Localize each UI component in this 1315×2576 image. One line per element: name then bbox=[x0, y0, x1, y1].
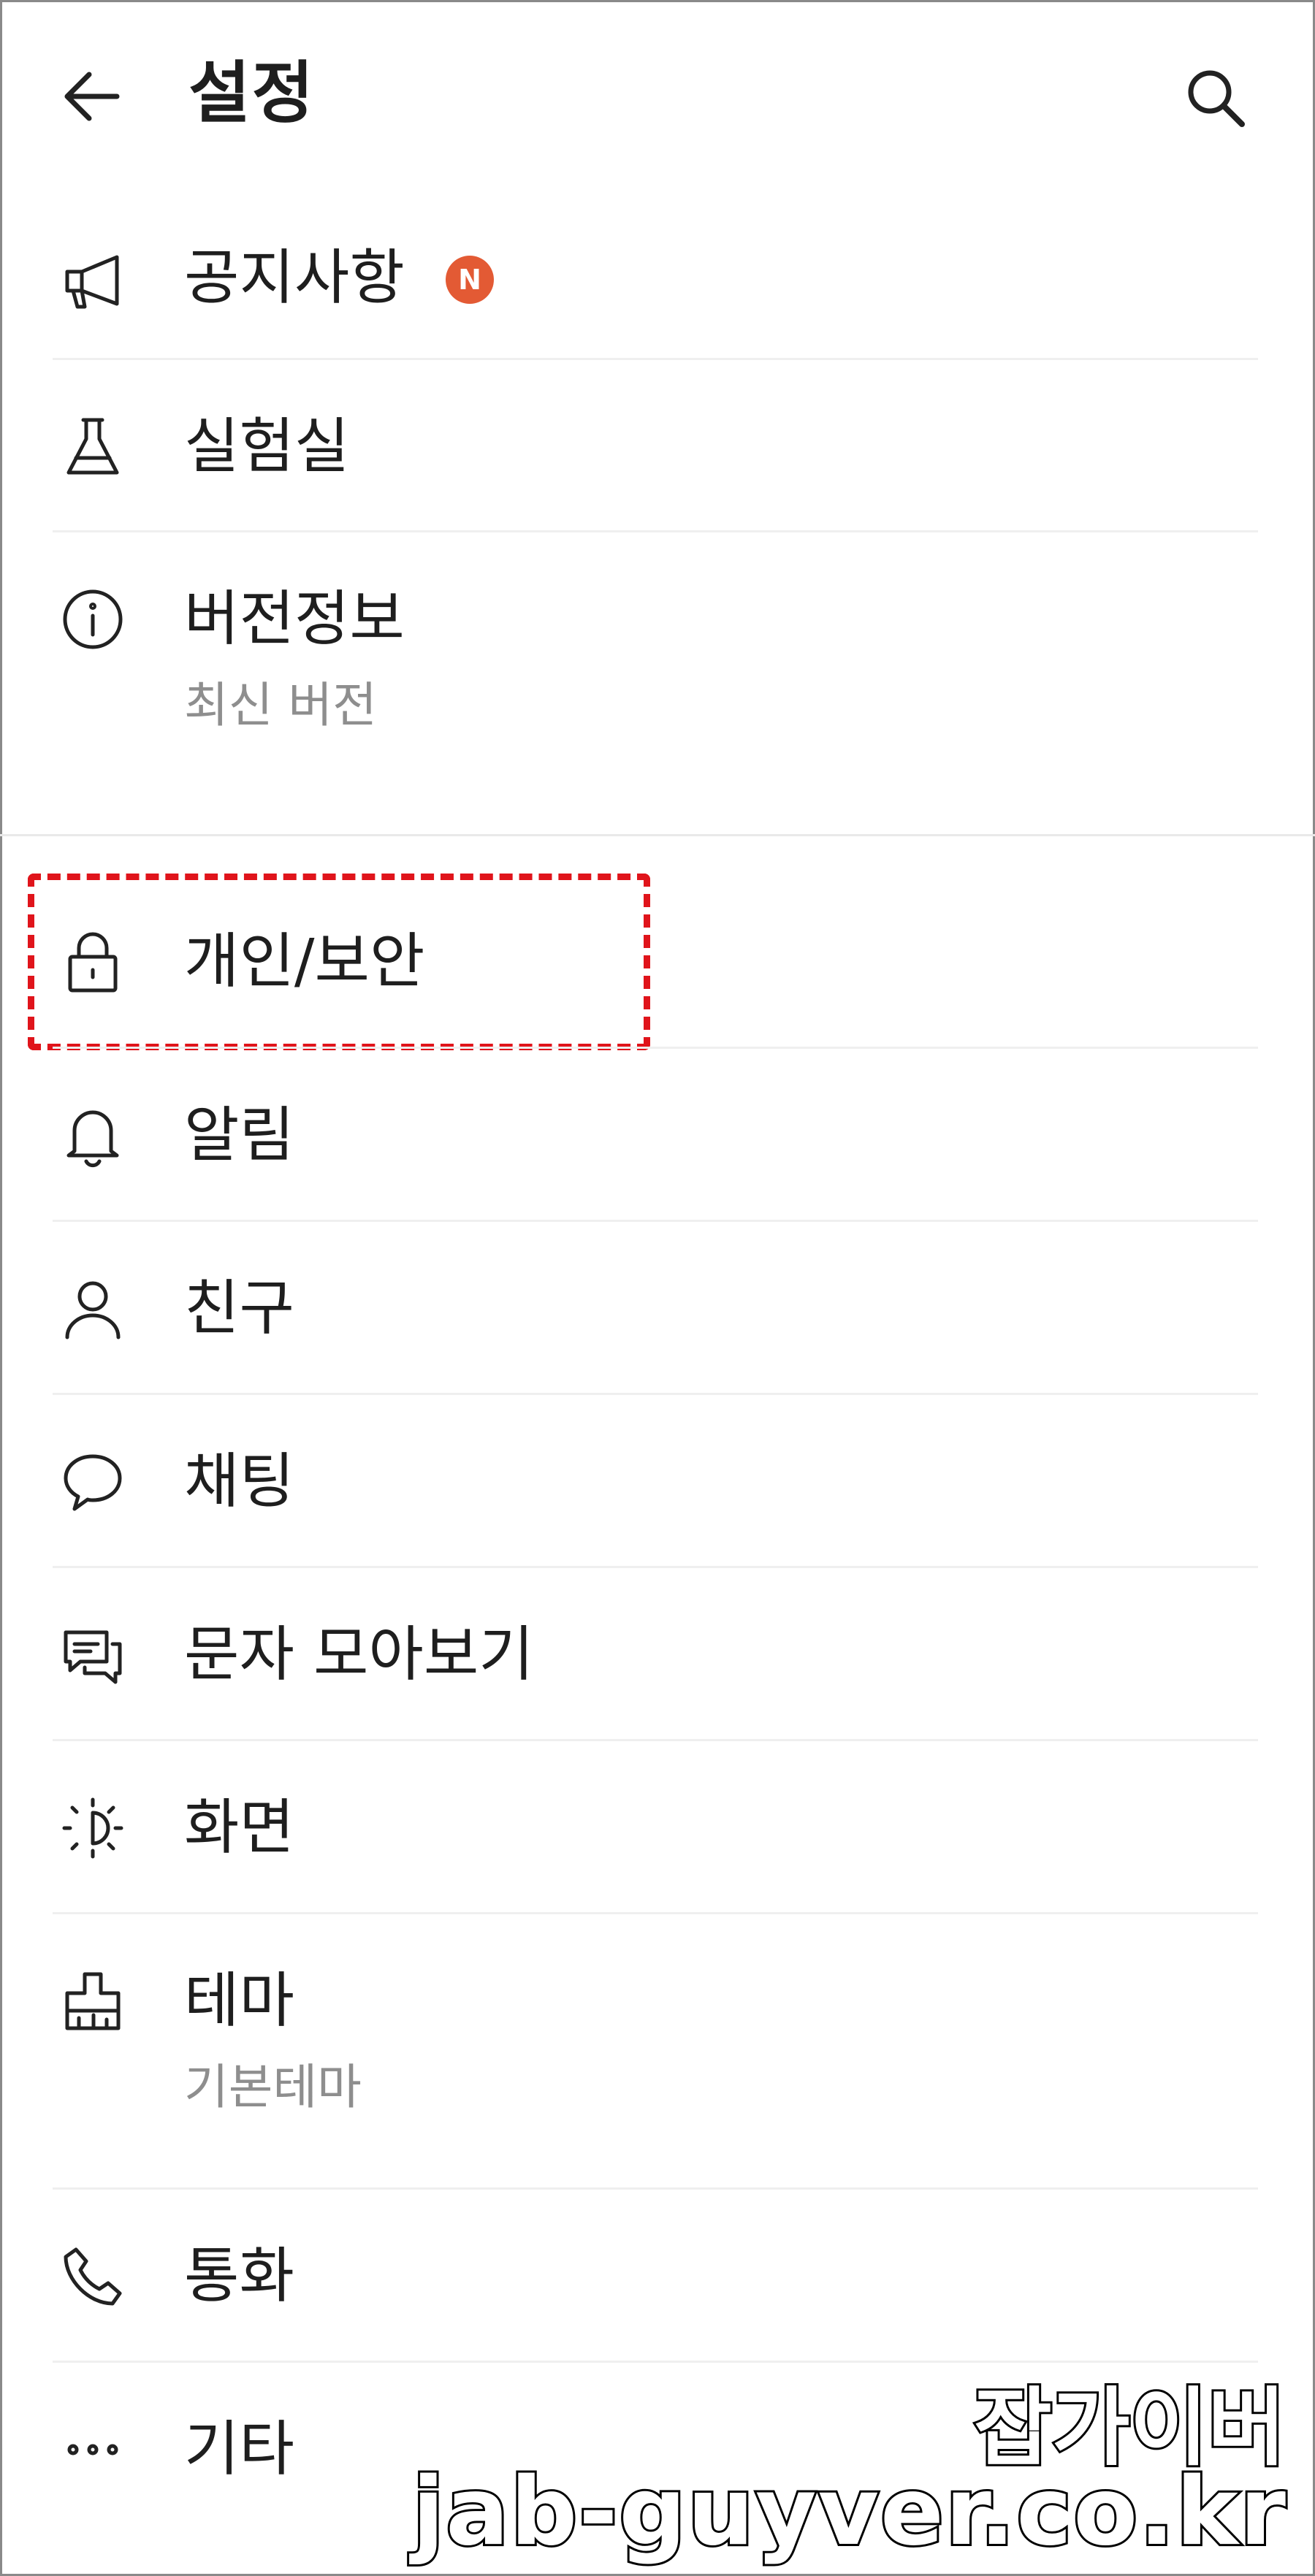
menu-item-notice[interactable]: 공지사항 N bbox=[53, 190, 1258, 358]
divider bbox=[53, 358, 1258, 360]
back-button[interactable] bbox=[60, 64, 124, 129]
divider bbox=[53, 1912, 1258, 1914]
menu-item-theme[interactable]: 테마 기본테마 bbox=[53, 1916, 1258, 2182]
paint-brush-icon bbox=[60, 1968, 126, 2034]
bell-icon bbox=[60, 1103, 126, 1169]
info-icon bbox=[60, 586, 126, 652]
menu-item-label: 버전정보 bbox=[184, 584, 405, 654]
top-app-bar: 설정 bbox=[0, 0, 1315, 183]
flask-icon bbox=[60, 414, 126, 480]
menu-item-label: 채팅 bbox=[184, 1447, 294, 1516]
divider bbox=[53, 1047, 1258, 1049]
search-icon bbox=[1188, 70, 1245, 127]
menu-item-label: 공지사항 bbox=[184, 243, 405, 313]
menu-item-sms[interactable]: 문자 모아보기 bbox=[53, 1570, 1258, 1738]
menu-item-version[interactable]: 버전정보 최신 버전 bbox=[53, 534, 1258, 826]
page-title: 설정 bbox=[188, 54, 316, 132]
menu-item-friends[interactable]: 친구 bbox=[53, 1223, 1258, 1391]
phone-icon bbox=[60, 2244, 126, 2309]
menu-item-label: 화면 bbox=[184, 1793, 294, 1862]
menu-item-display[interactable]: 화면 bbox=[53, 1743, 1258, 1911]
divider bbox=[53, 1393, 1258, 1395]
menu-item-lab[interactable]: 실험실 bbox=[53, 362, 1258, 530]
divider bbox=[53, 1566, 1258, 1568]
new-badge: N bbox=[446, 256, 494, 304]
menu-item-label: 통화 bbox=[184, 2241, 294, 2311]
menu-item-label: 문자 모아보기 bbox=[184, 1620, 534, 1689]
menu-item-label: 친구 bbox=[184, 1274, 294, 1343]
menu-item-subtitle: 기본테마 bbox=[184, 2059, 362, 2115]
menu-item-notifications[interactable]: 알림 bbox=[53, 1050, 1258, 1218]
divider bbox=[53, 2187, 1258, 2190]
speech-bubble-icon bbox=[60, 1449, 126, 1515]
section-divider bbox=[0, 834, 1315, 836]
highlight-box bbox=[28, 874, 650, 1050]
menu-item-label: 실험실 bbox=[184, 412, 350, 481]
search-button[interactable] bbox=[1182, 64, 1248, 130]
divider bbox=[53, 1220, 1258, 1222]
arrow-left-icon bbox=[64, 72, 120, 121]
watermark-url: jab-guyver.co.kr bbox=[410, 2455, 1288, 2569]
messages-icon bbox=[60, 1622, 126, 1688]
menu-item-label: 기타 bbox=[184, 2415, 294, 2484]
divider bbox=[53, 530, 1258, 532]
menu-item-label: 알림 bbox=[184, 1101, 294, 1170]
more-dots-icon bbox=[60, 2417, 126, 2483]
menu-item-subtitle: 최신 버전 bbox=[184, 677, 377, 733]
menu-item-call[interactable]: 통화 bbox=[53, 2191, 1258, 2359]
person-icon bbox=[60, 1276, 126, 1342]
brightness-icon bbox=[60, 1795, 126, 1861]
menu-item-label: 테마 bbox=[184, 1966, 294, 2036]
divider bbox=[53, 1739, 1258, 1741]
menu-item-chat[interactable]: 채팅 bbox=[53, 1396, 1258, 1564]
megaphone-icon bbox=[60, 248, 126, 314]
